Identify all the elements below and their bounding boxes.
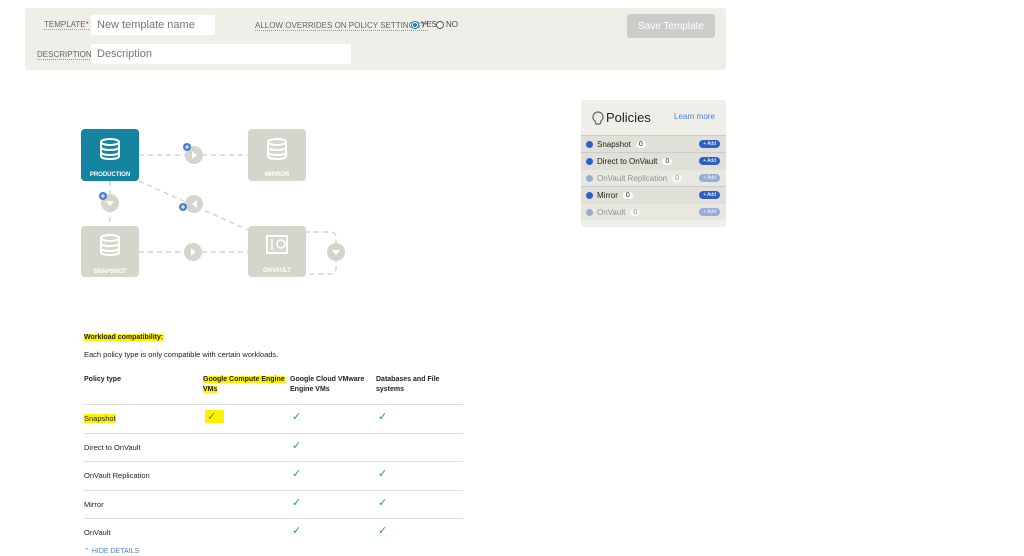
check-icon: ✓ bbox=[292, 524, 301, 537]
policies-title: Policies bbox=[606, 110, 651, 125]
check-icon: ✓ bbox=[292, 467, 301, 480]
table-row-policy: Mirror bbox=[84, 500, 104, 509]
row-divider bbox=[84, 518, 463, 519]
info-icon bbox=[586, 209, 593, 216]
node-label-snapshot: SNAPSHOT bbox=[93, 269, 127, 275]
info-icon bbox=[586, 175, 593, 182]
info-icon bbox=[586, 158, 593, 165]
policies-panel: Policies Learn more Snapshot 0 + Add Direc… bbox=[581, 100, 726, 227]
onvault-node[interactable]: ONVAULT bbox=[248, 226, 306, 277]
policy-count: 0 bbox=[623, 192, 633, 199]
row-divider bbox=[84, 461, 463, 462]
policy-count: 0 bbox=[672, 175, 682, 182]
check-icon: ✓ bbox=[292, 439, 301, 452]
check-icon: ✓ bbox=[378, 496, 387, 509]
lightbulb-icon bbox=[592, 111, 604, 127]
policy-row-onvault: OnVault 0 + Add bbox=[581, 203, 726, 220]
node-label-mirror: MIRROR bbox=[265, 172, 290, 178]
row-divider bbox=[84, 404, 463, 405]
policy-count: 0 bbox=[636, 141, 646, 148]
policy-count: 0 bbox=[662, 158, 672, 165]
node-label-onvault: ONVAULT bbox=[263, 268, 291, 274]
info-icon bbox=[586, 141, 593, 148]
check-icon: ✓ bbox=[378, 467, 387, 480]
learn-more-link[interactable]: Learn more bbox=[674, 112, 715, 121]
save-template-button[interactable]: Save Template bbox=[627, 14, 715, 38]
check-icon: ✓ bbox=[205, 410, 224, 423]
check-icon: ✓ bbox=[378, 410, 387, 423]
table-row-policy: Snapshot bbox=[84, 414, 116, 423]
policy-name: Mirror bbox=[597, 191, 618, 200]
table-row-policy: Direct to OnVault bbox=[84, 443, 141, 452]
table-row-policy: OnVault bbox=[84, 528, 111, 537]
policy-row-onvault-replication: OnVault Replication 0 + Add bbox=[581, 169, 726, 186]
policy-diagram: PRODUCTION MIRROR SNAPSHOT ONVAULT bbox=[0, 0, 560, 300]
snapshot-node[interactable]: SNAPSHOT bbox=[81, 226, 139, 277]
header-gce-vms: Google Compute Engine VMs bbox=[203, 375, 288, 395]
header-policy-type: Policy type bbox=[84, 375, 121, 385]
add-mirror-button[interactable]: + Add bbox=[699, 191, 720, 199]
header-databases: Databases and File systems bbox=[376, 375, 456, 395]
check-icon: ✓ bbox=[292, 410, 301, 423]
policy-row-snapshot[interactable]: Snapshot 0 + Add bbox=[581, 135, 726, 152]
policy-name: Direct to OnVault bbox=[597, 157, 657, 166]
row-divider bbox=[84, 490, 463, 491]
hide-details-link[interactable]: ⌃ HIDE DETAILS bbox=[84, 547, 139, 555]
table-row-policy: OnVault Replication bbox=[84, 471, 150, 480]
info-icon bbox=[586, 192, 593, 199]
node-label-production: PRODUCTION bbox=[90, 172, 130, 178]
policy-count: 0 bbox=[630, 209, 640, 216]
add-onvault-button: + Add bbox=[699, 208, 720, 216]
check-icon: ✓ bbox=[292, 496, 301, 509]
policy-row-direct-to-onvault[interactable]: Direct to OnVault 0 + Add bbox=[581, 152, 726, 169]
policy-name: Snapshot bbox=[597, 140, 631, 149]
add-direct-to-onvault-button[interactable]: + Add bbox=[699, 157, 720, 165]
production-node[interactable]: PRODUCTION bbox=[81, 129, 139, 181]
mirror-node[interactable]: MIRROR bbox=[248, 129, 306, 181]
add-onvault-replication-button: + Add bbox=[699, 174, 720, 182]
check-icon: ✓ bbox=[378, 524, 387, 537]
policy-name: OnVault Replication bbox=[597, 174, 667, 183]
policy-row-mirror[interactable]: Mirror 0 + Add bbox=[581, 186, 726, 203]
compat-title: Workload compatibility: bbox=[84, 334, 163, 341]
add-snapshot-button[interactable]: + Add bbox=[699, 140, 720, 148]
compat-description: Each policy type is only compatible with… bbox=[84, 350, 278, 359]
row-divider bbox=[84, 433, 463, 434]
header-gcve-vms: Google Cloud VMware Engine VMs bbox=[290, 375, 370, 395]
policy-name: OnVault bbox=[597, 208, 625, 217]
